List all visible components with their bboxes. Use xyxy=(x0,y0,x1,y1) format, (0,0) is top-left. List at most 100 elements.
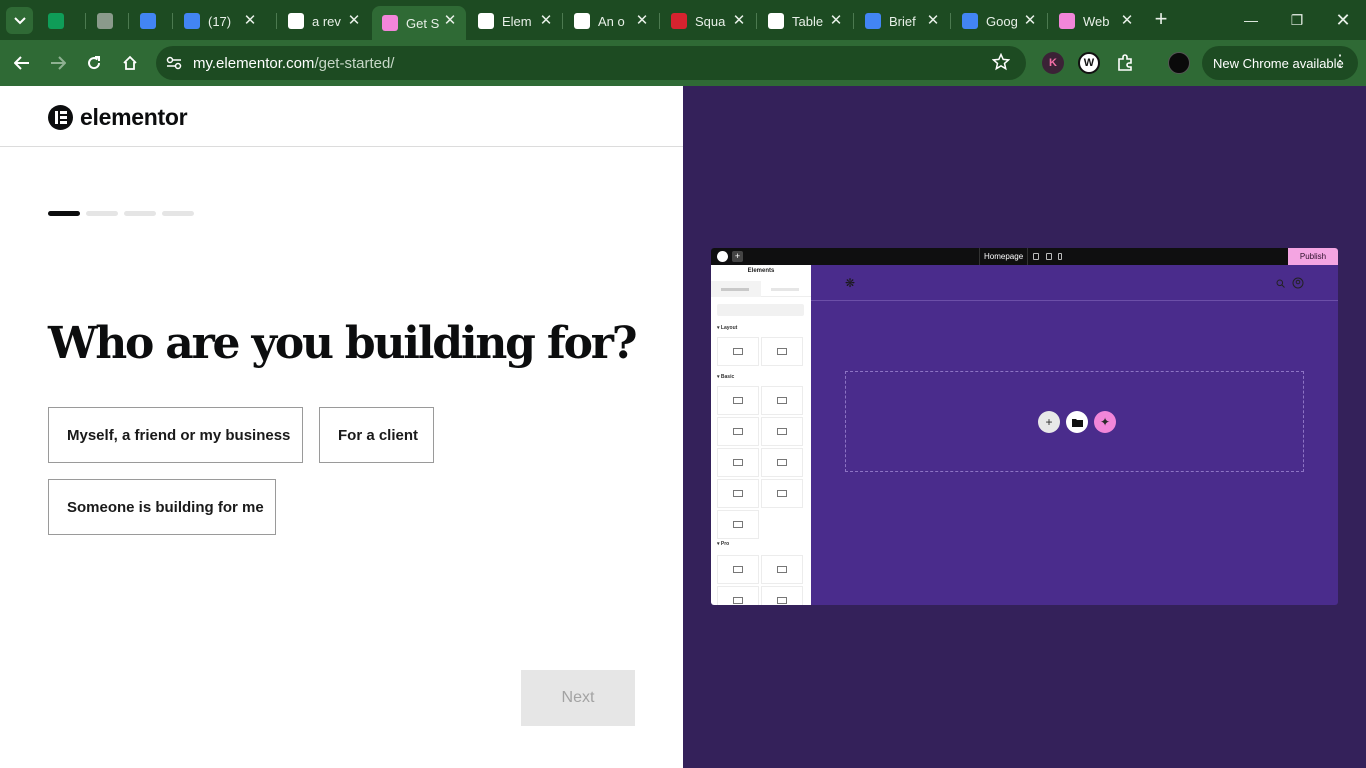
tab-separator xyxy=(853,13,854,29)
close-tab-icon[interactable]: ✕ xyxy=(442,13,458,29)
more-menu-icon[interactable]: ⋮ xyxy=(1332,54,1348,70)
tab[interactable] xyxy=(130,6,174,36)
klarna-extension-icon[interactable]: K xyxy=(1042,52,1064,74)
new-tab-button[interactable]: + xyxy=(1150,8,1172,31)
progress-step xyxy=(86,211,118,216)
tab-separator xyxy=(562,13,563,29)
tab-separator xyxy=(276,13,277,29)
editor-preview-panel: + Homepage Publish Elements ▾ Layout ▾ B… xyxy=(683,86,1366,768)
extensions-puzzle-icon[interactable] xyxy=(1114,52,1136,74)
tab[interactable]: Brief ✕ xyxy=(855,6,949,36)
restore-button[interactable]: ❐ xyxy=(1282,6,1312,34)
tab-title: Goog xyxy=(986,13,1018,29)
tab-separator xyxy=(128,13,129,29)
tab[interactable]: Squa ✕ xyxy=(661,6,755,36)
tab[interactable] xyxy=(38,6,85,36)
close-tab-icon[interactable]: ✕ xyxy=(242,13,258,29)
mobile-icon xyxy=(1058,253,1062,260)
site-settings-icon[interactable] xyxy=(164,53,184,73)
close-tab-icon[interactable]: ✕ xyxy=(1119,13,1135,29)
drop-zone: + ✦ xyxy=(845,371,1304,472)
forward-button[interactable] xyxy=(45,50,71,76)
arrow-left-icon xyxy=(14,56,29,70)
close-tab-icon[interactable]: ✕ xyxy=(1022,13,1038,29)
next-button[interactable]: Next xyxy=(521,670,635,726)
wordtune-extension-icon[interactable]: W xyxy=(1078,52,1100,74)
elementor-icon xyxy=(382,15,398,31)
desktop-icon xyxy=(1033,253,1039,260)
widget-tile xyxy=(717,337,759,366)
panel-search xyxy=(717,304,804,316)
tab[interactable]: Table ✕ xyxy=(758,6,852,36)
reload-button[interactable] xyxy=(81,50,107,76)
close-window-button[interactable]: ✕ xyxy=(1328,6,1358,34)
asterisk-logo-icon: ❋ xyxy=(845,276,856,290)
url-text: my.elementor.com/get-started/ xyxy=(193,55,395,72)
close-tab-icon[interactable]: ✕ xyxy=(346,13,362,29)
editor-canvas: ❋ + ✦ xyxy=(811,265,1338,605)
progress-step xyxy=(124,211,156,216)
header-divider xyxy=(0,146,683,147)
elementor-logo[interactable]: elementor xyxy=(48,104,188,131)
close-tab-icon[interactable]: ✕ xyxy=(634,13,650,29)
widget-tile xyxy=(717,386,759,415)
section-basic-label: ▾ Basic xyxy=(717,374,735,380)
tab-search-button[interactable] xyxy=(6,7,33,34)
tab[interactable] xyxy=(87,6,127,36)
openai-icon xyxy=(768,13,784,29)
new-chrome-available-button[interactable]: New Chrome available ⋮ xyxy=(1202,46,1358,80)
section-layout-label: ▾ Layout xyxy=(717,325,738,331)
tab-title: Squa xyxy=(695,13,726,29)
tab[interactable]: Web ✕ xyxy=(1049,6,1143,36)
option-someone-else-button[interactable]: Someone is building for me xyxy=(48,479,276,535)
tab[interactable]: An o ✕ xyxy=(564,6,658,36)
address-bar[interactable]: my.elementor.com/get-started/ xyxy=(156,46,1026,80)
widget-tile xyxy=(761,386,803,415)
tab[interactable]: a rev ✕ xyxy=(278,6,370,36)
home-button[interactable] xyxy=(117,50,143,76)
reload-icon xyxy=(88,56,101,70)
back-button[interactable] xyxy=(9,50,35,76)
option-myself-button[interactable]: Myself, a friend or my business xyxy=(48,407,303,463)
add-section-icon: + xyxy=(1038,411,1060,433)
close-tab-icon[interactable]: ✕ xyxy=(828,13,844,29)
widget-tile xyxy=(761,586,803,605)
ai-sparkle-icon: ✦ xyxy=(1094,411,1116,433)
chevron-down-icon xyxy=(13,16,26,24)
tab[interactable]: Goog ✕ xyxy=(952,6,1046,36)
widget-tile xyxy=(717,417,759,446)
option-client-button[interactable]: For a client xyxy=(319,407,434,463)
widget-tile xyxy=(717,479,759,508)
tab-title: Get S xyxy=(406,15,440,31)
user-icon xyxy=(1292,277,1304,289)
tab-strip: (17) ✕ a rev ✕ Get S ✕ Elem ✕ An o ✕ Squa ✕ Table ✕ Br… xyxy=(0,0,1366,40)
bookmark-star-icon[interactable] xyxy=(991,52,1012,73)
docs-icon xyxy=(865,13,881,29)
onboarding-panel: elementor Who are you building for? Myse… xyxy=(0,86,683,768)
folder-icon xyxy=(1066,411,1088,433)
page-name: Homepage xyxy=(979,248,1029,265)
widget-tile xyxy=(761,555,803,584)
profile-avatar[interactable] xyxy=(1168,52,1190,74)
progress-step xyxy=(162,211,194,216)
widget-tile xyxy=(717,448,759,477)
tab[interactable]: (17) ✕ xyxy=(174,6,266,36)
widget-tile xyxy=(761,479,803,508)
widget-tile xyxy=(717,586,759,605)
tab-title: Web xyxy=(1083,13,1110,29)
close-tab-icon[interactable]: ✕ xyxy=(925,13,941,29)
elementor-icon xyxy=(717,251,728,262)
search-icon xyxy=(1276,279,1285,288)
minimize-button[interactable]: — xyxy=(1236,6,1266,34)
docs-icon xyxy=(184,13,200,29)
panel-title: Elements xyxy=(747,268,775,274)
elementor-icon xyxy=(1059,13,1075,29)
widget-tile xyxy=(761,337,803,366)
panel-tabs xyxy=(711,281,811,297)
close-tab-icon[interactable]: ✕ xyxy=(538,13,554,29)
close-tab-icon[interactable]: ✕ xyxy=(731,13,747,29)
add-icon: + xyxy=(732,251,743,262)
tab-title: An o xyxy=(598,13,625,29)
tab[interactable]: Elem ✕ xyxy=(468,6,562,36)
tab[interactable]: Get S ✕ xyxy=(372,6,466,40)
